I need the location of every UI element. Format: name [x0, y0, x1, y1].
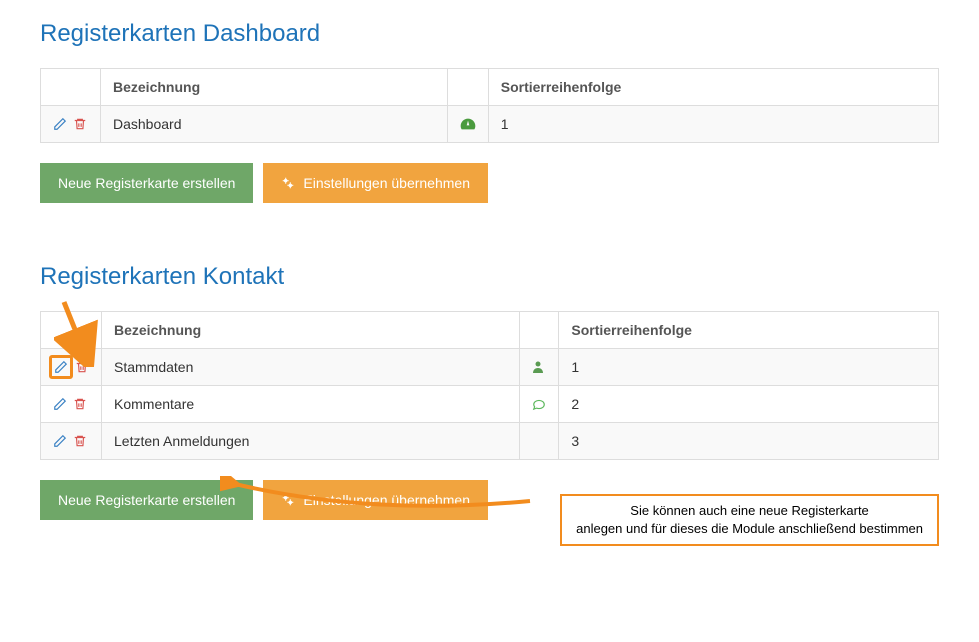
column-header-actions [41, 69, 101, 106]
delete-icon[interactable] [73, 117, 87, 131]
registerkarten-table: Bezeichnung Sortierreihenfolge [40, 311, 939, 460]
row-name: Dashboard [101, 106, 448, 143]
create-button[interactable]: Neue Registerkarte erstellen [40, 480, 253, 520]
user-icon [532, 360, 546, 374]
row-sort: 1 [488, 106, 938, 143]
table-row: Kommentare 2 [41, 386, 939, 423]
annotation-callout: Sie können auch eine neue Registerkarte … [560, 494, 939, 546]
table-row: Stammdaten 1 [41, 349, 939, 386]
column-header-sort: Sortierreihenfolge [559, 312, 939, 349]
row-sort: 2 [559, 386, 939, 423]
column-header-name: Bezeichnung [102, 312, 520, 349]
column-header-actions [41, 312, 102, 349]
apply-button[interactable]: Einstellungen übernehmen [263, 163, 488, 203]
section-title: Registerkarten Kontakt [40, 263, 939, 291]
edit-icon[interactable] [53, 117, 67, 131]
comment-icon [532, 398, 546, 411]
column-header-name: Bezeichnung [101, 69, 448, 106]
gears-icon [281, 176, 295, 190]
section-dashboard: Registerkarten Dashboard Bezeichnung Sor… [40, 20, 939, 203]
section-title: Registerkarten Dashboard [40, 20, 939, 48]
delete-icon[interactable] [75, 360, 89, 374]
row-sort: 3 [559, 423, 939, 460]
section-kontakt: Registerkarten Kontakt Bezeichnung Sorti… [40, 263, 939, 520]
row-sort: 1 [559, 349, 939, 386]
registerkarten-table: Bezeichnung Sortierreihenfolge [40, 68, 939, 143]
column-header-sort: Sortierreihenfolge [488, 69, 938, 106]
gears-icon [281, 493, 295, 507]
row-icon-empty [520, 423, 559, 460]
callout-line1: Sie können auch eine neue Registerkarte [576, 502, 923, 520]
row-name: Stammdaten [102, 349, 520, 386]
row-name: Letzten Anmeldungen [102, 423, 520, 460]
edit-icon[interactable] [53, 397, 67, 411]
edit-icon[interactable] [49, 355, 73, 379]
apply-button[interactable]: Einstellungen übernehmen [263, 480, 488, 520]
callout-line2: anlegen und für dieses die Module anschl… [576, 520, 923, 538]
column-header-icon [447, 69, 488, 106]
create-button[interactable]: Neue Registerkarte erstellen [40, 163, 253, 203]
dashboard-icon [460, 117, 476, 131]
table-row: Letzten Anmeldungen 3 [41, 423, 939, 460]
delete-icon[interactable] [73, 434, 87, 448]
table-row: Dashboard 1 [41, 106, 939, 143]
column-header-icon [520, 312, 559, 349]
delete-icon[interactable] [73, 397, 87, 411]
edit-icon[interactable] [53, 434, 67, 448]
row-name: Kommentare [102, 386, 520, 423]
